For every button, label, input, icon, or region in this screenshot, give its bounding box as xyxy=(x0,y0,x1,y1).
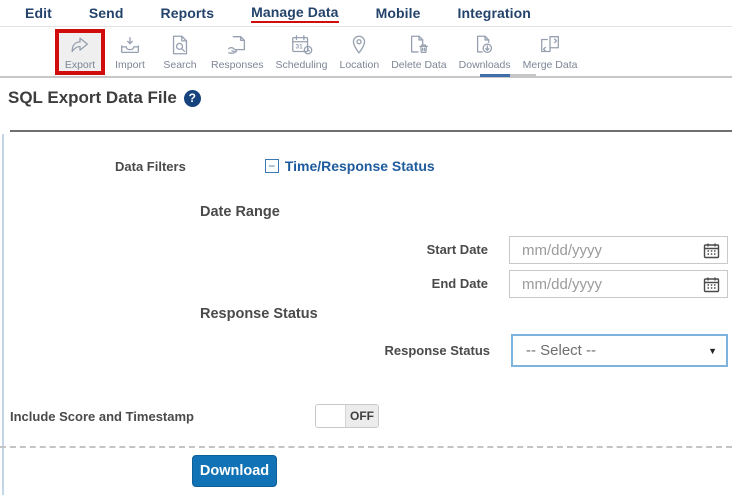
top-nav: Edit Send Reports Manage Data Mobile Int… xyxy=(0,0,732,27)
nav-item-integration[interactable]: Integration xyxy=(458,5,531,21)
response-status-select[interactable]: -- Select -- ▼ xyxy=(511,334,728,367)
page-title: SQL Export Data File xyxy=(8,88,177,107)
toolbar-item-label: Search xyxy=(163,59,197,71)
time-response-status-link[interactable]: Time/Response Status xyxy=(285,158,435,174)
end-date-input[interactable] xyxy=(510,271,727,297)
data-filters-row: Data Filters − Time/Response Status xyxy=(115,158,435,174)
title-row: SQL Export Data File ? xyxy=(8,88,201,108)
toolbar-item-search[interactable]: Search xyxy=(155,28,205,71)
date-range-heading: Date Range xyxy=(200,204,280,220)
toggle-state-label: OFF xyxy=(345,405,378,427)
nav-item-send[interactable]: Send xyxy=(89,5,124,21)
toolbar-item-scheduling[interactable]: 31 Scheduling xyxy=(270,28,334,71)
delete-data-icon xyxy=(407,32,431,58)
scheduling-icon: 31 xyxy=(290,32,314,58)
merge-data-icon xyxy=(538,32,562,58)
toggle-knob xyxy=(315,405,346,427)
toolbar-scrollbar-track xyxy=(480,74,536,77)
toolbar-item-merge-data[interactable]: Merge Data xyxy=(517,28,584,71)
start-date-input[interactable] xyxy=(510,237,727,263)
toolbar-item-label: Export xyxy=(64,59,96,71)
location-icon xyxy=(347,32,371,58)
toolbar-item-import[interactable]: Import xyxy=(105,28,155,71)
calendar-icon[interactable] xyxy=(703,276,720,293)
include-score-row: Include Score and Timestamp OFF xyxy=(10,404,379,428)
toolbar-item-responses[interactable]: Responses xyxy=(205,28,270,71)
footer-divider xyxy=(0,446,732,448)
end-date-label: End Date xyxy=(431,276,488,291)
nav-item-reports[interactable]: Reports xyxy=(160,5,214,21)
toolbar-item-delete-data[interactable]: Delete Data xyxy=(385,28,452,71)
svg-text:31: 31 xyxy=(295,44,303,51)
selected-value: -- Select -- xyxy=(526,342,597,359)
responses-icon xyxy=(225,32,249,58)
export-icon xyxy=(68,34,92,58)
toolbar-item-export[interactable]: Export xyxy=(55,29,105,75)
toolbar-item-downloads[interactable]: Downloads xyxy=(453,28,517,71)
start-date-field xyxy=(509,236,728,264)
chevron-down-icon: ▼ xyxy=(708,345,717,356)
help-icon[interactable]: ? xyxy=(183,89,201,107)
title-divider xyxy=(10,130,732,132)
downloads-icon xyxy=(473,32,497,58)
response-status-label: Response Status xyxy=(384,343,490,358)
panel-left-border xyxy=(2,134,4,495)
toolbar-item-label: Merge Data xyxy=(522,59,578,71)
toolbar-item-label: Downloads xyxy=(458,59,511,71)
manage-data-toolbar: Export Import Search Responses 31 Schedu… xyxy=(0,28,732,78)
download-button[interactable]: Download xyxy=(192,455,277,487)
nav-item-edit[interactable]: Edit xyxy=(25,5,52,21)
include-score-toggle[interactable]: OFF xyxy=(314,404,379,428)
nav-item-mobile[interactable]: Mobile xyxy=(376,5,421,21)
response-status-heading: Response Status xyxy=(200,306,318,322)
collapse-minus-icon[interactable]: − xyxy=(264,159,279,173)
toolbar-scrollbar-thumb[interactable] xyxy=(480,74,510,77)
toolbar-item-label: Delete Data xyxy=(391,59,447,71)
toolbar-item-location[interactable]: Location xyxy=(334,28,386,71)
nav-item-manage-data[interactable]: Manage Data xyxy=(251,4,339,23)
toolbar-item-label: Responses xyxy=(211,59,264,71)
calendar-icon[interactable] xyxy=(703,242,720,259)
import-icon xyxy=(118,32,142,58)
start-date-label: Start Date xyxy=(426,242,488,257)
end-date-field xyxy=(509,270,728,298)
search-icon xyxy=(168,32,192,58)
include-score-label: Include Score and Timestamp xyxy=(10,408,194,424)
toolbar-item-label: Import xyxy=(115,59,145,71)
data-filters-label: Data Filters xyxy=(115,158,186,174)
toolbar-item-label: Location xyxy=(339,59,380,71)
sql-export-page: Edit Send Reports Manage Data Mobile Int… xyxy=(0,0,732,495)
toolbar-item-label: Scheduling xyxy=(275,59,328,71)
